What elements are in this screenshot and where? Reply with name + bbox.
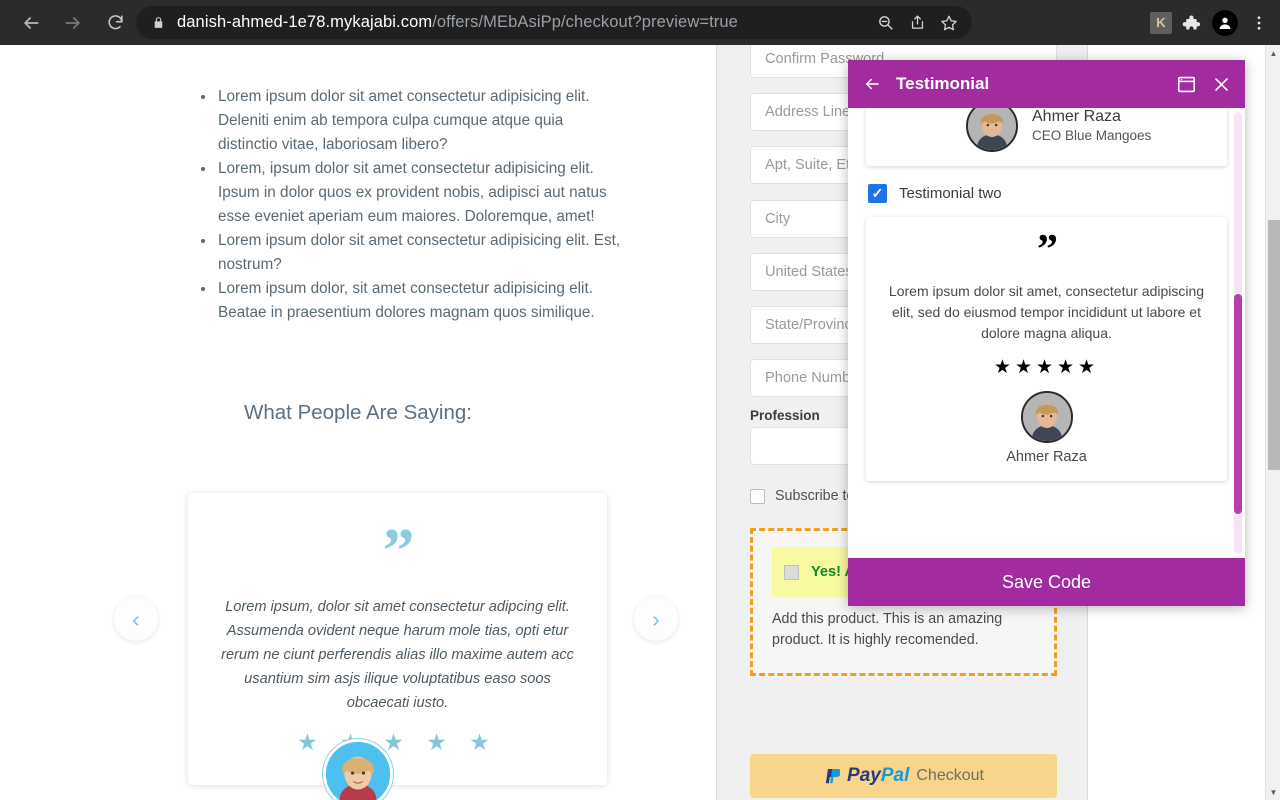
modal-scrollbar-thumb[interactable] bbox=[1234, 294, 1242, 514]
chevron-right-icon: › bbox=[652, 605, 660, 632]
testimonial-carousel: ‹ › ” Lorem ipsum, dolor sit amet consec… bbox=[0, 485, 716, 800]
paypal-checkout-button[interactable]: PayPal Checkout bbox=[750, 754, 1057, 798]
paypal-pal-text: Pal bbox=[880, 765, 910, 786]
testimonial-text: Lorem ipsum, dolor sit amet consectetur … bbox=[221, 599, 574, 711]
avatar bbox=[966, 108, 1018, 152]
paypal-logo-icon bbox=[823, 764, 842, 789]
testimonial-two-card[interactable]: ” Lorem ipsum dolor sit amet, consectetu… bbox=[866, 217, 1227, 481]
testimonial-editor-panel: Testimonial Ahmer Raza CEO Blue Mangoes … bbox=[848, 60, 1245, 606]
paypal-pay-text: Pay bbox=[847, 765, 881, 786]
back-arrow-icon bbox=[21, 13, 41, 33]
list-item: Lorem ipsum dolor sit amet consectetur a… bbox=[216, 229, 626, 277]
testimonial-one-role: CEO Blue Mangoes bbox=[1032, 128, 1152, 143]
page-scrollbar[interactable]: ▲ ▼ bbox=[1265, 45, 1280, 800]
testimonial-two-checkbox-row[interactable]: ✓ Testimonial two bbox=[868, 184, 1227, 203]
scroll-up-arrow-icon[interactable]: ▲ bbox=[1266, 45, 1280, 61]
modal-title: Testimonial bbox=[896, 74, 990, 93]
profile-avatar-button[interactable] bbox=[1210, 8, 1240, 38]
page-scrollbar-thumb[interactable] bbox=[1268, 220, 1280, 470]
modal-header: Testimonial bbox=[848, 60, 1245, 108]
sales-page-left-column: Lorem ipsum dolor sit amet consectetur a… bbox=[0, 45, 716, 800]
bookmark-star-icon[interactable] bbox=[936, 10, 962, 36]
testimonial-one-name: Ahmer Raza bbox=[1032, 108, 1121, 125]
testimonial-two-checkbox[interactable]: ✓ bbox=[868, 184, 887, 203]
testimonial-one-info: Ahmer Raza CEO Blue Mangoes bbox=[1032, 108, 1151, 145]
carousel-next-button[interactable]: › bbox=[634, 597, 678, 641]
list-item: Lorem, ipsum dolor sit amet consectetur … bbox=[216, 157, 626, 229]
testimonial-two-name: Ahmer Raza bbox=[1006, 448, 1087, 465]
testimonial-avatar bbox=[323, 739, 393, 800]
save-code-button[interactable]: Save Code bbox=[848, 558, 1245, 606]
field-placeholder: City bbox=[765, 211, 791, 227]
subscribe-checkbox[interactable] bbox=[750, 488, 765, 504]
field-placeholder: Apt, Suite, Etc bbox=[765, 157, 858, 173]
chevron-left-icon: ‹ bbox=[132, 605, 140, 632]
profession-label: Profession bbox=[750, 408, 820, 423]
field-placeholder: State/Province bbox=[765, 317, 860, 333]
carousel-prev-button[interactable]: ‹ bbox=[114, 597, 158, 641]
url-domain: danish-ahmed-1e78.mykajabi.com bbox=[177, 13, 433, 31]
restore-window-icon[interactable] bbox=[1177, 76, 1196, 93]
field-placeholder: United States bbox=[765, 264, 853, 280]
quote-mark-icon: ” bbox=[382, 515, 415, 586]
star-rating: ★ ★ ★ ★ ★ bbox=[297, 729, 498, 755]
close-x-icon[interactable] bbox=[1212, 75, 1231, 94]
star-rating: ★★★★★ bbox=[993, 356, 1100, 378]
testimonial-one-card[interactable]: Ahmer Raza CEO Blue Mangoes bbox=[866, 108, 1227, 166]
paypal-checkout-label: Checkout bbox=[916, 767, 984, 784]
testimonial-two-text: Lorem ipsum dolor sit amet, consectetur … bbox=[888, 282, 1205, 341]
address-bar[interactable]: danish-ahmed-1e78.mykajabi.com/offers/ME… bbox=[136, 6, 972, 39]
quote-mark-icon: ” bbox=[1037, 227, 1058, 273]
scroll-down-arrow-icon[interactable]: ▼ bbox=[1266, 784, 1280, 800]
url-text: danish-ahmed-1e78.mykajabi.com/offers/ME… bbox=[177, 13, 738, 32]
modal-body: Ahmer Raza CEO Blue Mangoes ✓ Testimonia… bbox=[848, 108, 1245, 558]
omnibox-actions bbox=[872, 6, 962, 39]
avatar bbox=[1020, 390, 1073, 443]
paypal-wordmark: PayPal bbox=[847, 765, 909, 787]
share-icon[interactable] bbox=[904, 10, 930, 36]
extension-k-icon[interactable]: K bbox=[1150, 11, 1172, 34]
order-bump-checkbox[interactable] bbox=[784, 564, 799, 580]
page-viewport: Lorem ipsum dolor sit amet consectetur a… bbox=[0, 45, 1265, 800]
lock-icon bbox=[152, 15, 165, 30]
chrome-toolbar-right: K bbox=[1150, 0, 1274, 45]
forward-button[interactable] bbox=[56, 6, 90, 40]
list-item: Lorem ipsum dolor, sit amet consectetur … bbox=[216, 277, 626, 325]
puzzle-extensions-icon[interactable] bbox=[1176, 8, 1206, 38]
url-path: /offers/MEbAsiPp/checkout?preview=true bbox=[432, 13, 738, 31]
forward-arrow-icon bbox=[63, 13, 83, 33]
reload-icon bbox=[106, 13, 125, 32]
order-bump-description: Add this product. This is an amazing pro… bbox=[772, 611, 1003, 648]
reload-button[interactable] bbox=[98, 6, 132, 40]
modal-scrollbar-track[interactable] bbox=[1234, 112, 1242, 554]
zoom-out-icon[interactable] bbox=[872, 10, 898, 36]
testimonial-two-avatar-wrap bbox=[888, 390, 1205, 443]
testimonial-card: ” Lorem ipsum, dolor sit amet consectetu… bbox=[188, 493, 607, 785]
back-button[interactable] bbox=[14, 6, 48, 40]
testimonial-two-label: Testimonial two bbox=[899, 185, 1002, 202]
three-dot-menu-icon[interactable] bbox=[1244, 8, 1274, 38]
testimonials-heading: What People Are Saying: bbox=[244, 401, 472, 424]
profile-avatar-icon bbox=[1212, 9, 1238, 36]
browser-toolbar: danish-ahmed-1e78.mykajabi.com/offers/ME… bbox=[0, 0, 1280, 45]
modal-header-actions bbox=[1177, 75, 1231, 94]
benefit-bullet-list: Lorem ipsum dolor sit amet consectetur a… bbox=[196, 85, 626, 325]
back-arrow-icon[interactable] bbox=[862, 75, 888, 93]
list-item: Lorem ipsum dolor sit amet consectetur a… bbox=[216, 85, 626, 157]
